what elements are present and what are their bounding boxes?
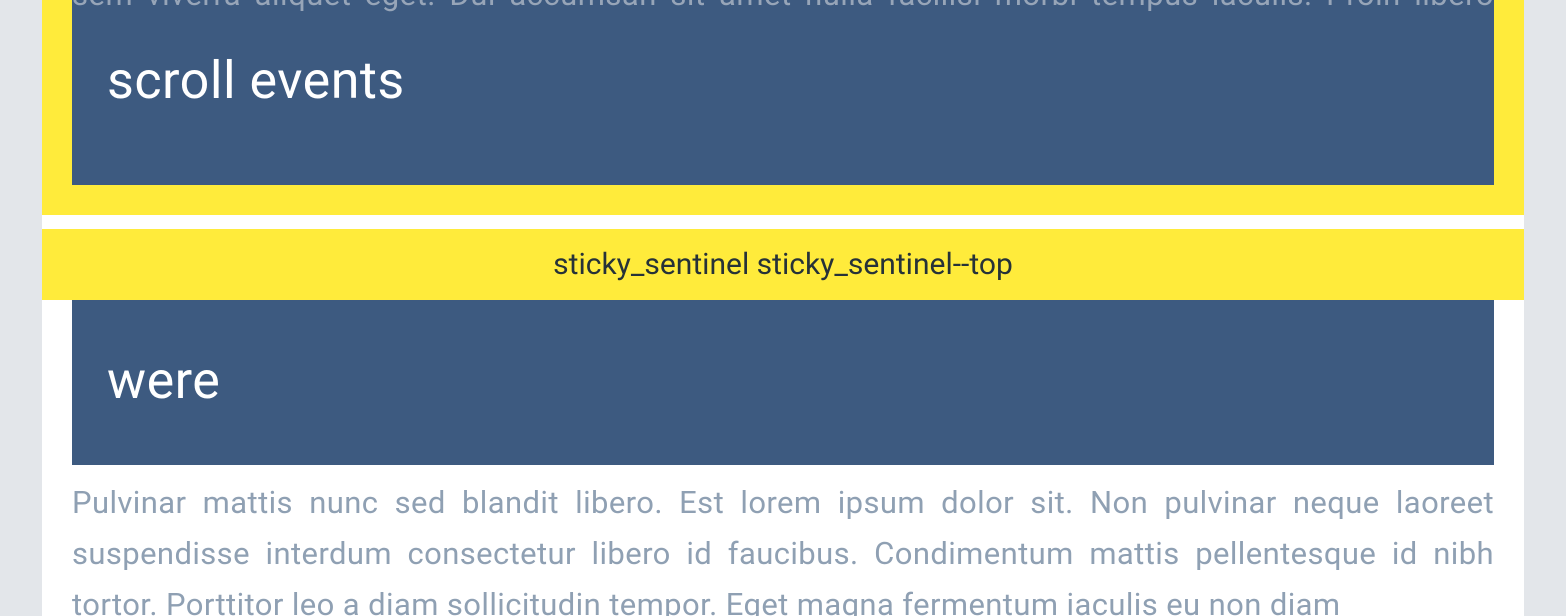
- viewport: sem viverra aliquet eget. Dui accumsan s…: [0, 0, 1566, 616]
- page-content[interactable]: sem viverra aliquet eget. Dui accumsan s…: [42, 0, 1524, 616]
- sticky-header-scroll-events: scroll events: [72, 0, 1494, 185]
- sticky-header-label: were: [107, 350, 1494, 411]
- sticky-header-were: were: [72, 300, 1494, 465]
- section2-body-text: Pulvinar mattis nunc sed blandit libero.…: [42, 465, 1524, 616]
- section-were: were: [42, 300, 1524, 465]
- sticky-sentinel-top: sticky_sentinel sticky_sentinel--top: [42, 229, 1524, 300]
- sticky-header-label: scroll events: [107, 50, 1494, 111]
- section-scroll-events: sem viverra aliquet eget. Dui accumsan s…: [42, 0, 1524, 215]
